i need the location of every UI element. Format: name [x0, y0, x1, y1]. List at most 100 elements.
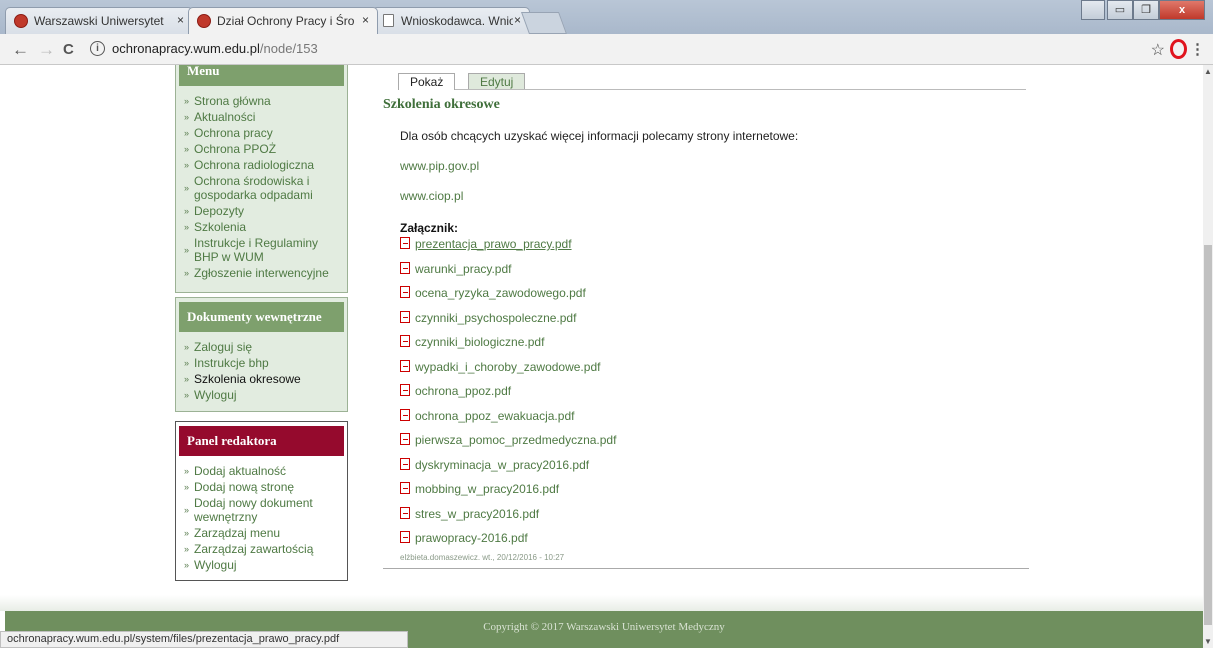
address-bar: ← → C i ochronapracy.wum.edu.pl/node/153…: [0, 34, 1213, 65]
menu-item-strona-glowna[interactable]: Strona główna: [184, 94, 341, 108]
file-link[interactable]: wypadki_i_choroby_zawodowe.pdf: [400, 359, 1031, 385]
tab-pokaz[interactable]: Pokaż: [398, 73, 456, 90]
menu-item-zarzadzaj-menu[interactable]: Zarządzaj menu: [184, 526, 341, 540]
document-icon: [383, 14, 394, 27]
close-tab-icon[interactable]: ×: [362, 13, 369, 27]
browser-menu-icon[interactable]: ⋮: [1190, 40, 1205, 58]
menu-item-zarzadzaj-zawartoscia[interactable]: Zarządzaj zawartością: [184, 542, 341, 556]
page-scrollbar[interactable]: ▲ ▼: [1203, 65, 1213, 648]
tab-title: Wnioskodawca. Wnioski: [401, 14, 513, 28]
browser-tab-active[interactable]: Dział Ochrony Pracy i Śro ×: [188, 7, 378, 34]
menu-item-instrukcje-bhp[interactable]: Instrukcje bhp: [184, 356, 341, 370]
main-menu-list: Strona główna Aktualności Ochrona pracy …: [176, 86, 347, 290]
pdf-icon: [400, 261, 410, 274]
file-link[interactable]: mobbing_w_pracy2016.pdf: [400, 482, 1031, 507]
file-link[interactable]: prezentacja_prawo_pracy.pdf: [400, 237, 1031, 262]
file-link[interactable]: warunki_pracy.pdf: [400, 261, 1031, 287]
forward-button[interactable]: →: [38, 40, 55, 60]
browser-tab-strip: Warszawski Uniwersytet × Dział Ochrony P…: [0, 0, 1213, 34]
minimize-button[interactable]: ▭: [1107, 0, 1133, 20]
pdf-icon: [400, 506, 410, 519]
file-link[interactable]: stres_w_pracy2016.pdf: [400, 506, 1031, 532]
bookmark-star-icon[interactable]: ☆: [1151, 40, 1165, 60]
file-link[interactable]: czynniki_psychospoleczne.pdf: [400, 310, 1031, 336]
tab-title: Dział Ochrony Pracy i Śro: [217, 14, 355, 28]
menu-item-ochrona-srodowiska[interactable]: Ochrona środowiska i gospodarka odpadami: [184, 174, 341, 202]
browser-tab[interactable]: Warszawski Uniwersytet ×: [5, 7, 193, 34]
file-link[interactable]: ocena_ryzyka_zawodowego.pdf: [400, 286, 1031, 311]
maximize-button[interactable]: ❐: [1133, 0, 1159, 20]
menu-item-szkolenia-okresowe[interactable]: Szkolenia okresowe: [184, 372, 341, 386]
file-link[interactable]: pierwsza_pomoc_przedmedyczna.pdf: [400, 433, 1031, 458]
divider: [383, 567, 1029, 569]
close-tab-icon[interactable]: ×: [514, 13, 521, 27]
university-logo-icon: [14, 14, 28, 28]
pdf-icon: [400, 384, 410, 396]
menu-item-aktualnosci[interactable]: Aktualności: [184, 110, 341, 124]
link-pip[interactable]: www.pip.gov.pl: [400, 159, 1031, 173]
main-menu-box: Menu Strona główna Aktualności Ochrona p…: [175, 65, 348, 293]
editor-panel-list: Dodaj aktualność Dodaj nową stronę Dodaj…: [176, 456, 347, 582]
menu-item-depozyty[interactable]: Depozyty: [184, 204, 341, 218]
pdf-icon: [400, 359, 410, 372]
menu-item-szkolenia[interactable]: Szkolenia: [184, 220, 341, 234]
editor-panel-box: Panel redaktora Dodaj aktualność Dodaj n…: [175, 421, 348, 581]
menu-item-zgloszenie-interwencyjne[interactable]: Zgłoszenie interwencyjne: [184, 266, 341, 280]
new-tab-button[interactable]: [520, 12, 568, 34]
university-logo-icon: [197, 14, 211, 28]
internal-documents-heading: Dokumenty wewnętrzne: [179, 302, 344, 332]
tab-title: Warszawski Uniwersytet: [34, 14, 164, 28]
user-icon[interactable]: [1081, 0, 1105, 20]
scroll-down-icon[interactable]: ▼: [1204, 637, 1212, 646]
pdf-icon: [400, 457, 410, 470]
info-icon[interactable]: i: [90, 41, 105, 56]
pdf-icon: [400, 433, 410, 445]
pdf-icon: [400, 531, 410, 543]
scrollbar-thumb[interactable]: [1204, 245, 1212, 625]
url-text: ochronapracy.wum.edu.pl/node/153: [112, 41, 318, 56]
file-link[interactable]: ochrona_ppoz.pdf: [400, 384, 1031, 409]
back-button[interactable]: ←: [12, 40, 29, 60]
file-link[interactable]: dyskryminacja_w_pracy2016.pdf: [400, 457, 1031, 483]
menu-item-ochrona-ppoz[interactable]: Ochrona PPOŻ: [184, 142, 341, 156]
internal-documents-list: Zaloguj się Instrukcje bhp Szkolenia okr…: [176, 332, 347, 412]
pdf-icon: [400, 335, 410, 347]
page-title: Szkolenia okresowe: [383, 97, 500, 112]
menu-item-instrukcje-regulaminy[interactable]: Instrukcje i Regulaminy BHP w WUM: [184, 236, 341, 264]
menu-item-dodaj-aktualnosc[interactable]: Dodaj aktualność: [184, 464, 341, 478]
file-link[interactable]: ochrona_ppoz_ewakuacja.pdf: [400, 408, 1031, 434]
pdf-icon: [400, 408, 410, 421]
reload-button[interactable]: C: [63, 41, 74, 58]
main-content: Pokaż Edytuj Szkolenia okresowe Dla osób…: [383, 65, 1031, 569]
menu-item-ochrona-radiologiczna[interactable]: Ochrona radiologiczna: [184, 158, 341, 172]
intro-text: Dla osób chcących uzyskać więcej informa…: [400, 129, 799, 143]
internal-documents-box: Dokumenty wewnętrzne Zaloguj się Instruk…: [175, 297, 348, 412]
menu-item-dodaj-dokument[interactable]: Dodaj nowy dokument wewnętrzny: [184, 496, 341, 524]
close-window-button[interactable]: x: [1159, 0, 1205, 20]
browser-tab[interactable]: Wnioskodawca. Wnioski ×: [372, 7, 530, 34]
menu-item-ochrona-pracy[interactable]: Ochrona pracy: [184, 126, 341, 140]
pdf-icon: [400, 286, 410, 298]
content-tabs: Pokaż Edytuj: [398, 65, 1026, 90]
status-bar: ochronapracy.wum.edu.pl/system/files/pre…: [0, 631, 408, 648]
editor-panel-heading: Panel redaktora: [179, 426, 344, 456]
file-link[interactable]: czynniki_biologiczne.pdf: [400, 335, 1031, 360]
file-link[interactable]: prawopracy-2016.pdf: [400, 531, 1031, 556]
footer-fade: [0, 595, 1203, 611]
url-input[interactable]: i ochronapracy.wum.edu.pl/node/153: [86, 39, 1166, 60]
opera-icon[interactable]: [1170, 39, 1187, 59]
pdf-icon: [400, 237, 410, 249]
attachment-list: prezentacja_prawo_pracy.pdf warunki_prac…: [400, 237, 1031, 556]
attachment-label: Załącznik:: [400, 221, 459, 235]
tab-edytuj[interactable]: Edytuj: [468, 73, 526, 89]
scroll-up-icon[interactable]: ▲: [1204, 67, 1212, 76]
menu-item-wyloguj[interactable]: Wyloguj: [184, 388, 341, 402]
page-viewport: Menu Strona główna Aktualności Ochrona p…: [0, 65, 1203, 648]
menu-item-zaloguj[interactable]: Zaloguj się: [184, 340, 341, 354]
link-ciop[interactable]: www.ciop.pl: [400, 189, 1031, 203]
pdf-icon: [400, 310, 410, 323]
close-tab-icon[interactable]: ×: [177, 13, 184, 27]
menu-item-wyloguj-editor[interactable]: Wyloguj: [184, 558, 341, 572]
menu-heading: Menu: [179, 65, 344, 86]
menu-item-dodaj-strone[interactable]: Dodaj nową stronę: [184, 480, 341, 494]
